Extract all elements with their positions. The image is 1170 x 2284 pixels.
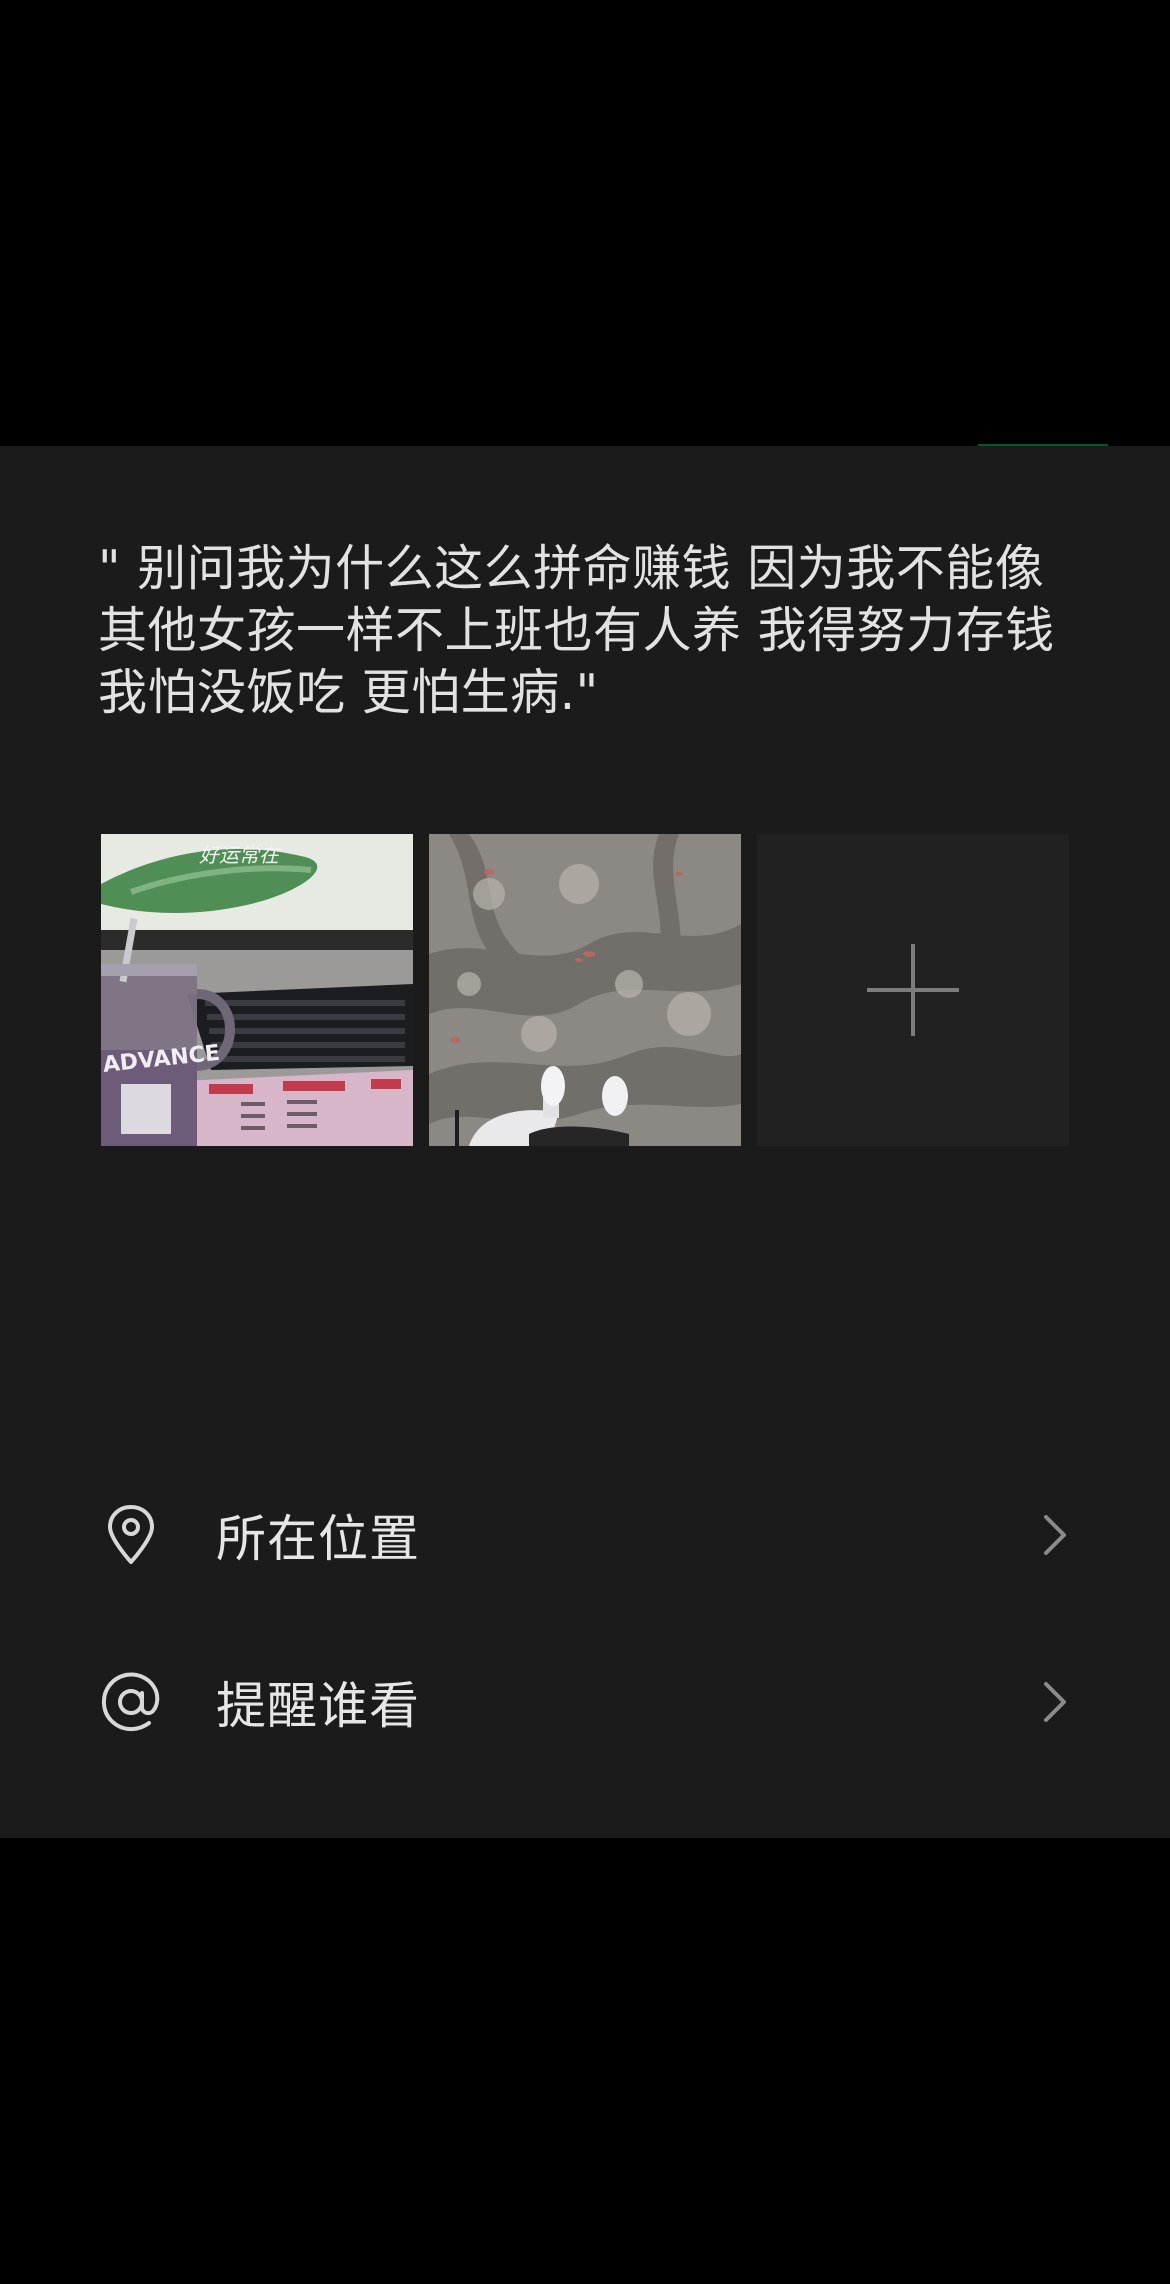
photo-thumbnail-2[interactable] [429,834,741,1146]
location-label: 所在位置 [216,1510,420,1568]
mention-row[interactable]: 提醒谁看 [0,1632,1170,1772]
chevron-right-icon [1040,1677,1070,1727]
location-row[interactable]: 所在位置 [0,1465,1170,1605]
post-text[interactable]: " 别问我为什么这么拼命赚钱 因为我不能像其他女孩一样不上班也有人养 我得努力存… [98,538,1078,724]
mention-label: 提醒谁看 [216,1677,420,1735]
chevron-right-icon [1040,1510,1070,1560]
top-black-area [0,0,1170,445]
location-pin-icon [98,1502,164,1568]
photo-thumbnail-1[interactable]: 好运常在 ADVANCE [101,834,413,1146]
plus-icon [867,944,959,1036]
desk-keyboard-photo: 好运常在 ADVANCE [101,834,413,1146]
shadow-street-photo [429,834,741,1146]
bottom-black-area [0,1838,1170,2284]
photo-overlay-text: 好运常在 [199,843,282,867]
add-photo-button[interactable] [757,834,1069,1146]
at-sign-icon [98,1669,164,1735]
